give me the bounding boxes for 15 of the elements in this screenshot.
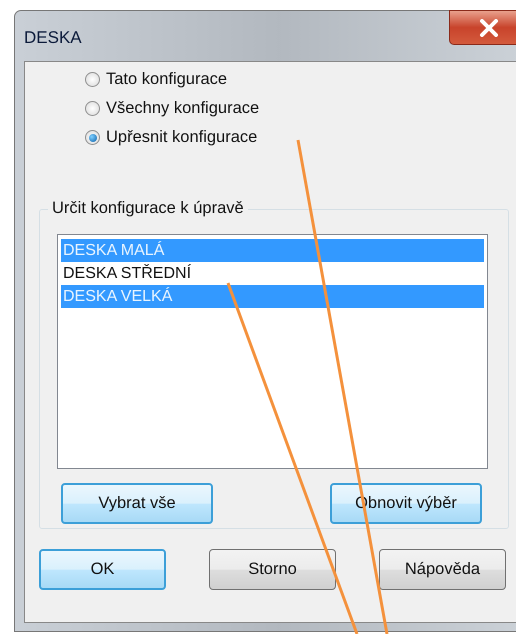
radio-option[interactable]: Tato konfigurace xyxy=(85,68,516,91)
dialog-button[interactable]: OK xyxy=(39,549,166,590)
radio-option[interactable]: Upřesnit konfigurace xyxy=(85,126,516,149)
radio-button[interactable] xyxy=(85,72,100,87)
action-button[interactable]: Vybrat vše xyxy=(61,483,213,524)
window-title: DESKA xyxy=(24,28,82,48)
group-title: Určit konfigurace k úpravě xyxy=(48,199,248,218)
dialog-button[interactable]: Nápověda xyxy=(379,549,506,590)
radio-button[interactable] xyxy=(85,130,100,145)
dialog-button[interactable]: Storno xyxy=(209,549,336,590)
radio-option[interactable]: Všechny konfigurace xyxy=(85,97,516,120)
radio-button[interactable] xyxy=(85,101,100,116)
close-button[interactable] xyxy=(449,10,516,45)
close-icon xyxy=(478,18,500,36)
list-item[interactable]: DESKA STŘEDNÍ xyxy=(61,262,484,285)
